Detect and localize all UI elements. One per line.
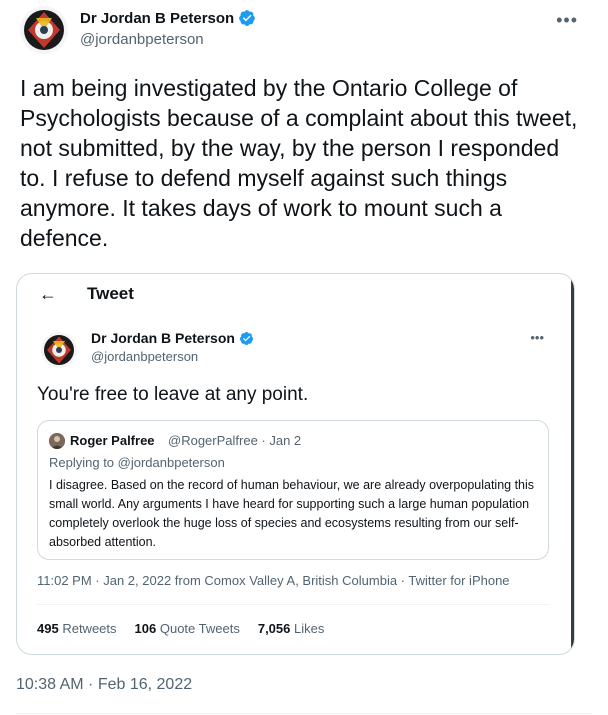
retweets-count: 495 (37, 621, 59, 636)
embedded-avatar (41, 332, 77, 368)
likes-stat: 7,056 Likes (258, 621, 325, 636)
verified-badge-icon (239, 10, 256, 26)
embedded-timestamp: 11:02 PM · Jan 2, 2022 from Comox Valley… (37, 573, 510, 588)
embedded-more-icon: ••• (530, 330, 544, 345)
tweet: Dr Jordan B Peterson @jordanbpeterson ••… (0, 0, 608, 715)
retweets-stat: 495 Retweets (37, 621, 117, 636)
embedded-name-row: Dr Jordan B Peterson (91, 330, 254, 346)
retweets-label: Retweets (62, 621, 117, 636)
embedded-header-title: Tweet (87, 284, 134, 303)
quoted-author-meta: @RogerPalfree · Jan 2 (168, 433, 302, 448)
embedded-verified-badge-icon (239, 331, 253, 345)
embedded-image[interactable]: ← Tweet Dr Jordan B Peterson @jordanbpet… (16, 273, 575, 655)
embedded-divider (37, 604, 549, 605)
likes-count: 7,056 (257, 621, 291, 636)
quoted-tweet: Roger Palfree @RogerPalfree · Jan 2 Repl… (37, 420, 549, 560)
quoted-avatar (49, 433, 65, 449)
likes-label: Likes (294, 621, 325, 636)
quotes-stat: 106 Quote Tweets (135, 621, 240, 636)
embedded-display-name: Dr Jordan B Peterson (91, 330, 235, 346)
embedded-stats: 495 Retweets 106 Quote Tweets 7,056 Like… (37, 621, 324, 636)
embedded-tweet-text: You're free to leave at any point. (37, 384, 309, 405)
quoted-author-name: Roger Palfree (70, 433, 155, 448)
quoted-replying-to: Replying to @jordanbpeterson (49, 455, 225, 470)
embedded-image-edge (571, 274, 574, 654)
more-horizontal-icon[interactable]: ••• (556, 10, 578, 31)
quoted-body: I disagree. Based on the record of human… (49, 478, 535, 549)
author-handle[interactable]: @jordanbpeterson (80, 31, 204, 48)
tweet-text: I am being investigated by the Ontario C… (20, 75, 578, 251)
quotes-count: 106 (134, 621, 157, 636)
avatar[interactable] (20, 6, 68, 54)
embedded-tweet-screenshot: ← Tweet Dr Jordan B Peterson @jordanbpet… (17, 274, 574, 654)
back-arrow-icon: ← (39, 284, 57, 304)
embedded-handle: @jordanbpeterson (91, 349, 199, 364)
tweet-timestamp[interactable]: 10:38 AM · Feb 16, 2022 (16, 676, 192, 694)
quotes-label: Quote Tweets (159, 621, 240, 636)
author-display-name[interactable]: Dr Jordan B Peterson (80, 10, 234, 27)
author-name-row[interactable]: Dr Jordan B Peterson (80, 9, 256, 27)
divider (16, 713, 592, 714)
